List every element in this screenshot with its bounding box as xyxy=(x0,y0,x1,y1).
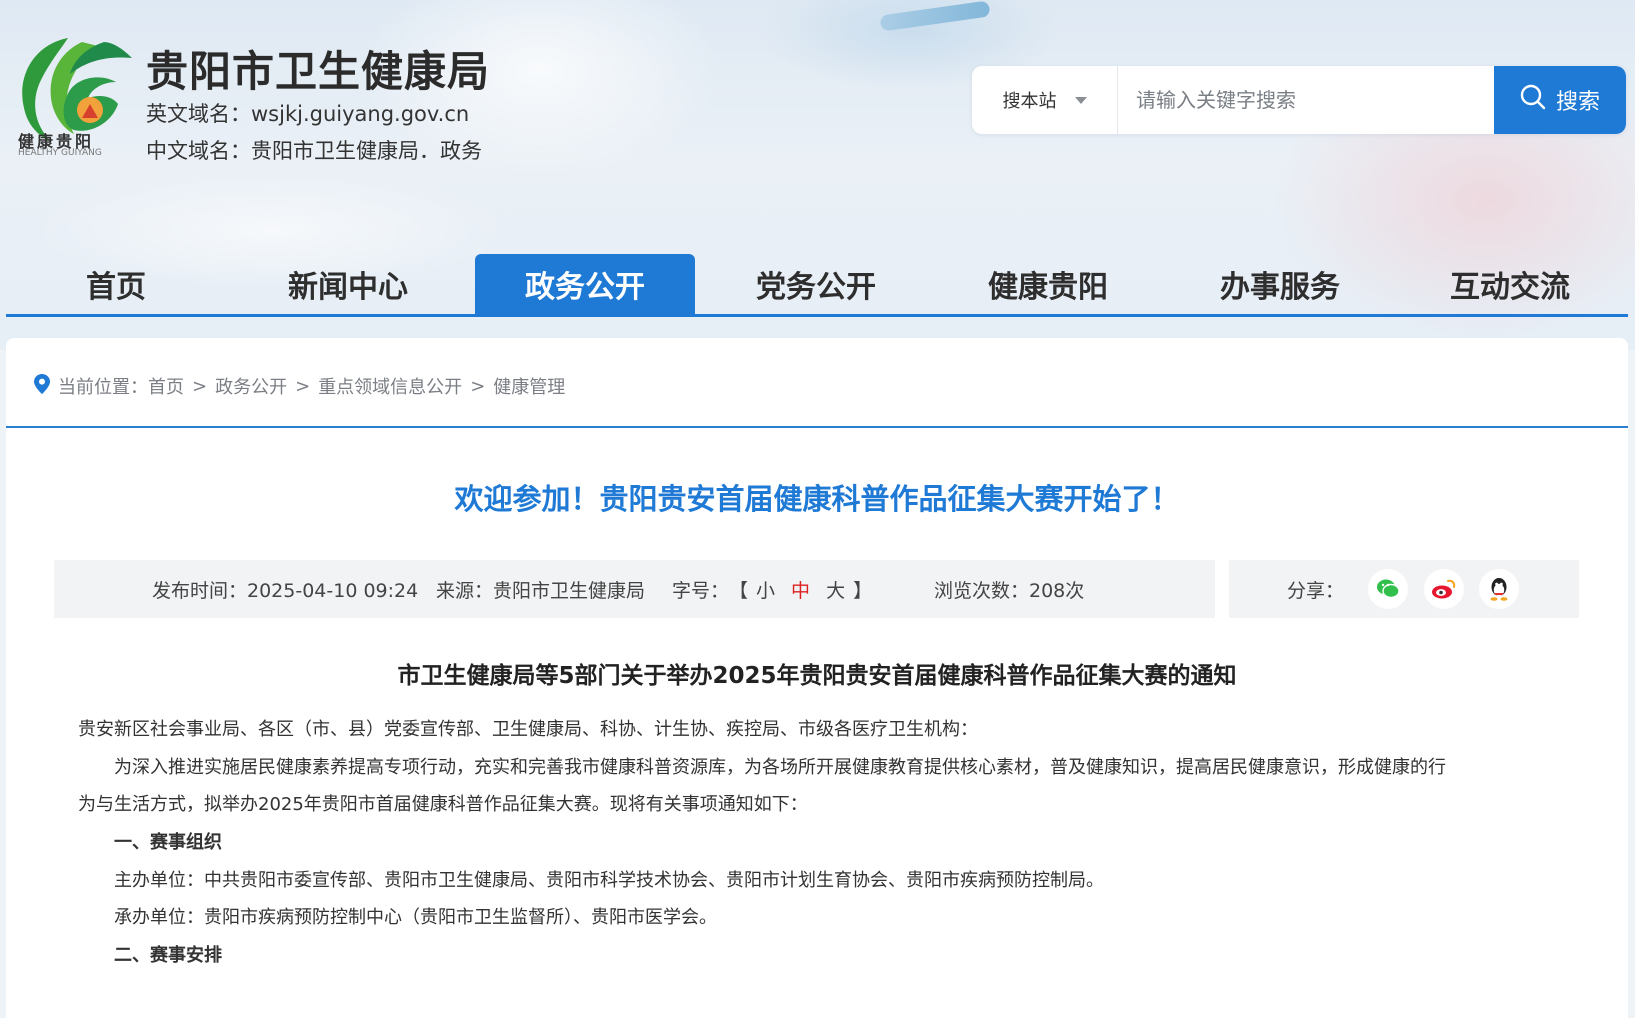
breadcrumb-separator: > xyxy=(295,375,311,397)
search-scope-label: 搜本站 xyxy=(1002,91,1057,112)
font-size-control: 字号： 【 小 中 大 】 xyxy=(672,560,872,618)
english-domain: 英文域名：wsjkj.guiyang.gov.cn xyxy=(146,102,470,126)
weibo-icon[interactable] xyxy=(1424,569,1464,609)
breadcrumb-item-key-areas[interactable]: 重点领域信息公开 xyxy=(318,373,462,399)
site-title: 贵阳市卫生健康局 xyxy=(146,47,491,96)
breadcrumb-prefix: 当前位置： xyxy=(58,377,148,398)
chinese-domain: 中文域名：贵阳市卫生健康局．政务 xyxy=(146,139,482,163)
nav-item-healthy-guiyang[interactable]: 健康贵阳 xyxy=(938,254,1158,314)
content-panel: 当前位置： 首页 > 政务公开 > 重点领域信息公开 > 健康管理 欢迎参加！贵… xyxy=(6,338,1628,1018)
breadcrumb-divider xyxy=(6,426,1628,428)
search-button-label: 搜索 xyxy=(1555,90,1600,115)
publish-time: 发布时间：2025-04-10 09:24 xyxy=(152,579,419,602)
body-paragraph: 为与生活方式，拟举办2025年贵阳市首届健康科普作品征集大赛。现将有关事项通知如… xyxy=(78,794,808,815)
body-paragraph: 承办单位：贵阳市疾病预防控制中心（贵阳市卫生监督所）、贵阳市医学会。 xyxy=(114,907,717,928)
search-input[interactable] xyxy=(1118,66,1486,134)
nav-item-home[interactable]: 首页 xyxy=(6,254,226,314)
breadcrumb-separator: > xyxy=(192,375,208,397)
nav-item-interaction[interactable]: 互动交流 xyxy=(1400,254,1620,314)
search-scope-select[interactable]: 搜本站 xyxy=(972,66,1118,134)
font-size-bracket-open: 【 xyxy=(729,579,749,602)
font-size-bracket-close: 】 xyxy=(853,579,873,602)
search-button[interactable]: 搜索 xyxy=(1494,66,1626,134)
section-heading: 一、赛事组织 xyxy=(114,832,222,853)
breadcrumb: 当前位置： 首页 > 政务公开 > 重点领域信息公开 > 健康管理 xyxy=(34,373,565,399)
breadcrumb-item-government-affairs[interactable]: 政务公开 xyxy=(215,373,287,399)
article-source: 来源：贵阳市卫生健康局 xyxy=(436,579,646,602)
article-meta-bar: 发布时间：2025-04-10 09:24 来源：贵阳市卫生健康局 字号： 【 … xyxy=(54,560,1215,618)
logo-subtext: HEALTHY GUIYANG xyxy=(18,148,102,158)
search-box: 搜本站 搜索 xyxy=(972,66,1626,134)
font-size-large-button[interactable]: 大 xyxy=(818,576,853,603)
site-logo[interactable]: 健康贵阳 HEALTHY GUIYANG xyxy=(8,30,140,166)
wechat-icon[interactable] xyxy=(1368,569,1408,609)
font-size-label: 字号： xyxy=(672,579,730,602)
view-count: 浏览次数：208次 xyxy=(934,579,1085,602)
share-label: 分享： xyxy=(1287,579,1345,602)
breadcrumb-item-health-management[interactable]: 健康管理 xyxy=(493,373,565,399)
article-title: 欢迎参加！贵阳贵安首届健康科普作品征集大赛开始了！ xyxy=(454,482,1180,516)
location-pin-icon xyxy=(34,373,50,399)
body-paragraph: 贵安新区社会事业局、各区（市、县）党委宣传部、卫生健康局、科协、计生协、疾控局、… xyxy=(78,719,978,740)
breadcrumb-item-home[interactable]: 首页 xyxy=(148,373,184,399)
font-size-small-button[interactable]: 小 xyxy=(748,576,783,603)
nav-item-party-affairs[interactable]: 党务公开 xyxy=(706,254,926,314)
nav-item-services[interactable]: 办事服务 xyxy=(1170,254,1390,314)
body-paragraph: 主办单位：中共贵阳市委宣传部、贵阳市卫生健康局、贵阳市科学技术协会、贵阳市计划生… xyxy=(114,870,1104,891)
main-nav: 首页 新闻中心 政务公开 党务公开 健康贵阳 办事服务 互动交流 xyxy=(6,254,1628,317)
qq-icon[interactable] xyxy=(1479,569,1519,609)
search-icon xyxy=(1520,84,1546,116)
document-title: 市卫生健康局等5部门关于举办2025年贵阳贵安首届健康科普作品征集大赛的通知 xyxy=(397,663,1237,689)
share-bar: 分享： xyxy=(1229,560,1579,618)
body-paragraph: 为深入推进实施居民健康素养提高专项行动，充实和完善我市健康科普资源库，为各场所开… xyxy=(114,757,1446,778)
font-size-medium-button[interactable]: 中 xyxy=(783,576,818,603)
section-heading: 二、赛事安排 xyxy=(114,945,222,966)
chevron-down-icon xyxy=(1074,96,1087,104)
nav-item-news[interactable]: 新闻中心 xyxy=(238,254,458,314)
nav-item-government-affairs[interactable]: 政务公开 xyxy=(475,254,695,314)
breadcrumb-separator: > xyxy=(470,375,486,397)
